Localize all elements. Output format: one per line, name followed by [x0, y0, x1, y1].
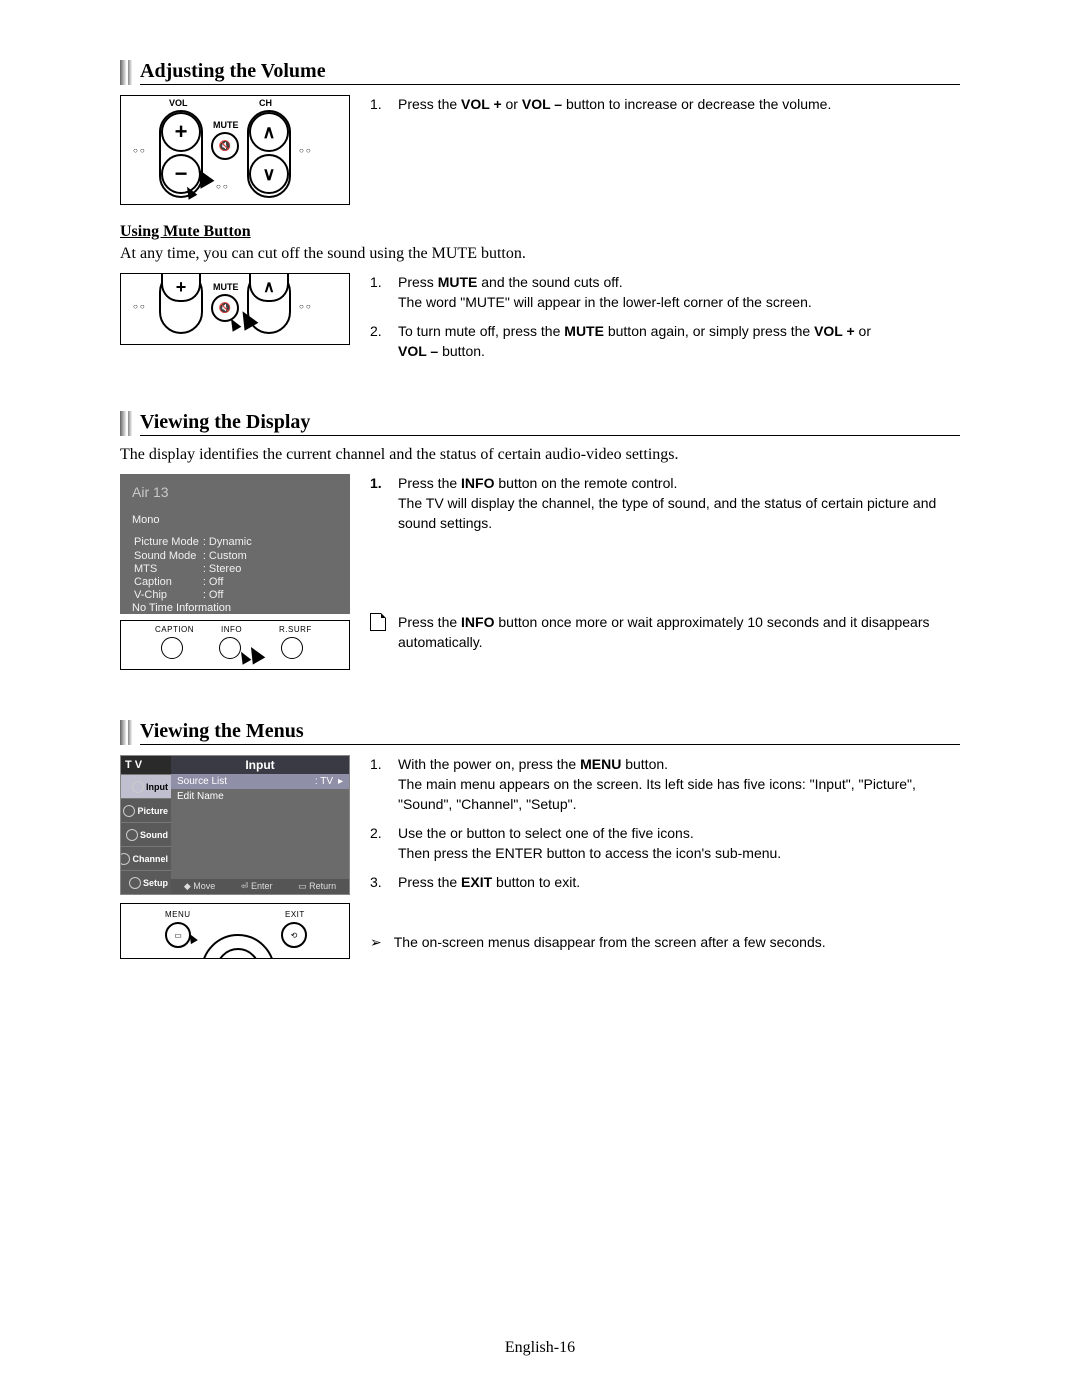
osd-info-panel: Air 13 Mono Picture Mode: Dynamic Sound …: [120, 474, 350, 614]
page-number: English-16: [0, 1339, 1080, 1357]
ch-down-button: ∨: [249, 154, 289, 194]
step-text: Use the or button to select one of the f…: [398, 824, 781, 863]
step-item: 1. Press the INFO button on the remote c…: [370, 474, 960, 533]
remote-volume-illustration: VOL CH + − ∧ ∨ MUTE 🔇 ○○ ○○ ○○: [120, 95, 350, 205]
mute-label: MUTE: [213, 282, 239, 292]
vol-label: VOL: [169, 98, 188, 108]
osd-sound-mode: Mono: [132, 514, 338, 526]
step-item: 2. Use the or button to select one of th…: [370, 824, 960, 863]
menu-title: Input: [171, 756, 349, 774]
step-text: With the power on, press the MENU button…: [398, 755, 960, 814]
section-header: Viewing the Menus: [120, 720, 960, 745]
menu-label: MENU: [165, 910, 191, 919]
section-accent-bar: [128, 411, 132, 436]
step-text: Press the INFO button on the remote cont…: [398, 474, 960, 533]
exit-label: EXIT: [285, 910, 305, 919]
section-menus: Viewing the Menus T V Input Picture Soun…: [120, 720, 960, 959]
step-text: Press MUTE and the sound cuts off. The w…: [398, 273, 812, 312]
menu-main: Input Source List: TV▸ Edit Name ◆ Move …: [171, 756, 349, 894]
body-text: At any time, you can cut off the sound u…: [120, 245, 960, 263]
ch-up-button: ∧: [249, 112, 289, 152]
note: ➢ The on-screen menus disappear from the…: [370, 933, 960, 953]
remote-info-illustration: CAPTION INFO R.SURF: [120, 620, 350, 670]
osd-menu-panel: T V Input Picture Sound Channel Setup In…: [120, 755, 350, 895]
body-text: The display identifies the current chann…: [120, 446, 960, 464]
section-accent-bar: [120, 720, 126, 745]
step-item: 3. Press the EXIT button to exit.: [370, 873, 960, 893]
rsurf-button: [281, 637, 303, 659]
subheading-mute: Using Mute Button: [120, 223, 960, 241]
step-item: 2. To turn mute off, press the MUTE butt…: [370, 322, 960, 361]
pointer-arrow-icon: [245, 644, 266, 665]
section-volume: Adjusting the Volume VOL CH + − ∧ ∨ MUTE: [120, 60, 960, 371]
ch-label: CH: [259, 98, 272, 108]
mute-button: 🔇: [211, 132, 239, 160]
sidebar-item-sound: Sound: [121, 822, 171, 846]
section-title: Adjusting the Volume: [140, 60, 960, 85]
sidebar-item-channel: Channel: [121, 846, 171, 870]
section-accent-bar: [128, 60, 132, 85]
step-text: Press the VOL + or VOL – button to incre…: [398, 95, 831, 115]
caption-label: CAPTION: [155, 625, 194, 634]
exit-button: ⟲: [281, 922, 307, 948]
vol-plus-button: +: [161, 112, 201, 152]
section-accent-bar: [120, 60, 126, 85]
step-item: 1. Press MUTE and the sound cuts off. Th…: [370, 273, 960, 312]
step-item: 1. Press the VOL + or VOL – button to in…: [370, 95, 960, 115]
menu-tv-label: T V: [121, 756, 171, 774]
section-accent-bar: [120, 411, 126, 436]
sidebar-item-setup: Setup: [121, 870, 171, 894]
section-title: Viewing the Display: [140, 411, 960, 436]
sidebar-item-picture: Picture: [121, 798, 171, 822]
remote-menu-illustration: MENU EXIT ▭ ⟲: [120, 903, 350, 959]
osd-settings-table: Picture Mode: Dynamic Sound Mode: Custom…: [132, 536, 254, 602]
osd-time: No Time Information: [132, 602, 338, 614]
remote-mute-illustration: + ∧ MUTE 🔇 ○○ ○○: [120, 273, 350, 345]
menu-row: Source List: TV▸: [171, 774, 349, 789]
step-item: 1. With the power on, press the MENU but…: [370, 755, 960, 814]
triangle-icon: ➢: [370, 933, 382, 953]
step-text: Press the EXIT button to exit.: [398, 873, 580, 893]
page: Adjusting the Volume VOL CH + − ∧ ∨ MUTE: [0, 0, 1080, 1397]
caption-button: [161, 637, 183, 659]
section-display: Viewing the Display The display identifi…: [120, 411, 960, 670]
step-text: To turn mute off, press the MUTE button …: [398, 322, 871, 361]
osd-channel: Air 13: [132, 484, 338, 500]
sidebar-item-input: Input: [121, 774, 171, 798]
menu-footer: ◆ Move ⏎ Enter ▭ Return: [171, 879, 349, 894]
menu-sidebar: T V Input Picture Sound Channel Setup: [121, 756, 171, 894]
section-header: Viewing the Display: [120, 411, 960, 436]
info-label: INFO: [221, 625, 242, 634]
section-title: Viewing the Menus: [140, 720, 960, 745]
section-accent-bar: [128, 720, 132, 745]
section-header: Adjusting the Volume: [120, 60, 960, 85]
mute-label: MUTE: [213, 120, 239, 130]
note: Press the INFO button once more or wait …: [370, 613, 960, 652]
menu-row: Edit Name: [171, 789, 349, 804]
note-icon: [370, 613, 386, 631]
rsurf-label: R.SURF: [279, 625, 312, 634]
